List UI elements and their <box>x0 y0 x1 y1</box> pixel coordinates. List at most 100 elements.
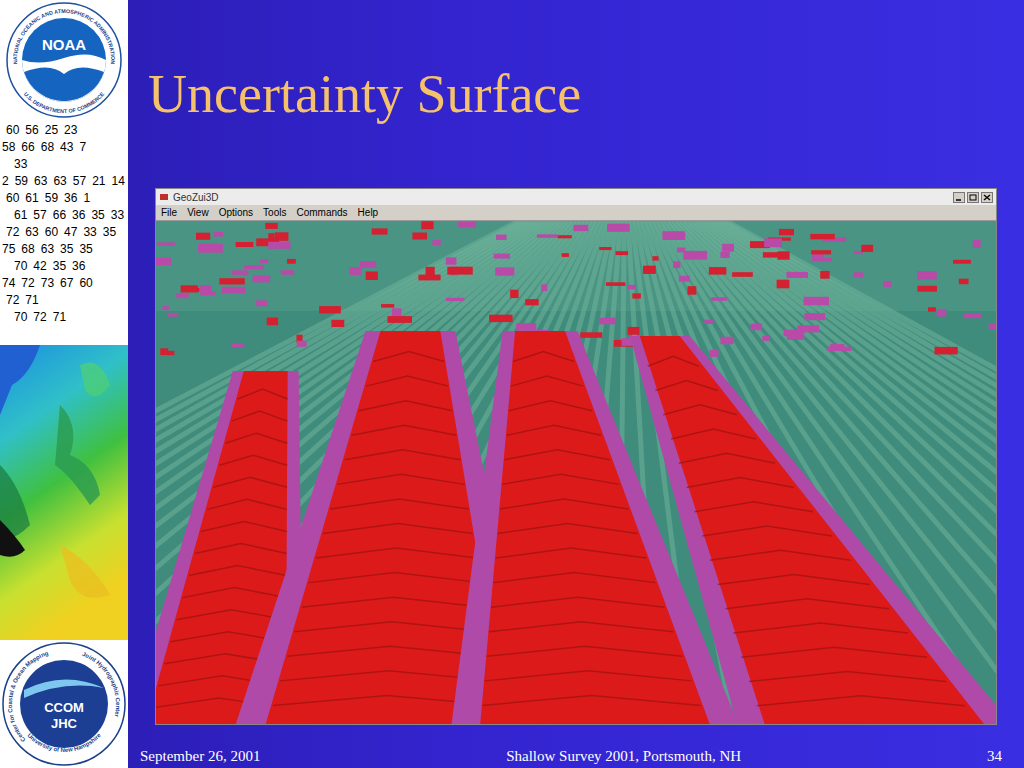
sounding-value: 42 <box>33 258 46 275</box>
sounding-value: 72 <box>6 292 19 309</box>
sounding-value: 60 <box>79 275 92 292</box>
soundings-row: 33 <box>2 156 128 173</box>
window-titlebar[interactable]: GeoZui3D <box>156 189 996 205</box>
sounding-value: 47 <box>64 224 77 241</box>
soundings-row: 2596363572114 <box>2 173 128 190</box>
footer-venue: Shallow Survey 2001, Portsmouth, NH <box>474 748 774 765</box>
soundings-row: 72 71 <box>2 292 128 309</box>
sounding-value: 36 <box>64 190 77 207</box>
soundings-row: 60 61 59 36 1 <box>2 190 128 207</box>
sounding-value: 35 <box>79 241 92 258</box>
close-icon <box>983 194 991 201</box>
menu-bar: File View Options Tools Commands Help <box>156 205 996 221</box>
noaa-logo: NOAANATIONAL OCEANIC AND ATMOSPHERIC ADM… <box>0 0 128 120</box>
sounding-value: 68 <box>41 139 54 156</box>
sounding-value: 70 <box>14 309 27 326</box>
sounding-value: 70 <box>14 258 27 275</box>
minimize-icon <box>955 194 963 201</box>
close-button[interactable] <box>981 192 993 203</box>
uncertainty-surface-render[interactable] <box>156 221 996 724</box>
logo-ring-text: NATIONAL OCEANIC AND ATMOSPHERIC ADMINIS… <box>12 8 116 64</box>
sounding-value: 63 <box>41 241 54 258</box>
footer-date: September 26, 2001 <box>140 748 260 765</box>
slide-sidebar: NOAANATIONAL OCEANIC AND ATMOSPHERIC ADM… <box>0 0 128 768</box>
sounding-value: 35 <box>103 224 116 241</box>
sounding-value: 59 <box>45 190 58 207</box>
sounding-value: 2 <box>2 173 9 190</box>
logo-ring-text: Center for Coastal & Ocean Mapping <box>7 650 49 743</box>
maximize-icon <box>969 194 977 201</box>
menu-item[interactable]: View <box>187 205 209 220</box>
window-title: GeoZui3D <box>173 190 219 205</box>
sounding-value: 14 <box>111 173 124 190</box>
noaa-wordmark: NOAA <box>42 36 86 53</box>
menu-item[interactable]: Tools <box>263 205 286 220</box>
sounding-value: 33 <box>14 156 27 173</box>
sounding-value: 25 <box>45 122 58 139</box>
logo-ring-text: Joint Hydrographic Center <box>81 651 121 718</box>
sounding-value: 72 <box>21 275 34 292</box>
sounding-value: 36 <box>72 207 85 224</box>
sounding-value: 33 <box>83 224 96 241</box>
ccom-jhc-logo: CCOMJHCCenter for Coastal & Ocean Mappin… <box>0 640 128 768</box>
soundings-row: 75 68 63 35 35 <box>2 241 128 258</box>
sounding-value: 33 <box>111 207 124 224</box>
sounding-value: 66 <box>53 207 66 224</box>
sounding-value: 67 <box>60 275 73 292</box>
sounding-value: 35 <box>91 207 104 224</box>
sounding-value: 63 <box>25 224 38 241</box>
soundings-row: 60562523 <box>2 122 128 139</box>
sounding-value: 60 <box>45 224 58 241</box>
sounding-value: 57 <box>73 173 86 190</box>
sounding-value: 63 <box>53 173 66 190</box>
sounding-value: 56 <box>25 122 38 139</box>
slide-title: Uncertainty Surface <box>148 62 1024 127</box>
minimize-button[interactable] <box>953 192 965 203</box>
noaa-logo-icon: NOAANATIONAL OCEANIC AND ATMOSPHERIC ADM… <box>0 0 128 120</box>
bathymetry-image <box>0 345 128 640</box>
sounding-value: 63 <box>34 173 47 190</box>
sounding-value: 72 <box>33 309 46 326</box>
sounding-value: 72 <box>6 224 19 241</box>
window-controls <box>953 192 993 203</box>
logo-ring-text: University of New Hampshire <box>26 732 102 753</box>
soundings-chart: 6056252358666843733259636357211460615936… <box>0 120 128 345</box>
soundings-row: 707271 <box>2 309 128 326</box>
sounding-value: 35 <box>60 241 73 258</box>
menu-item[interactable]: Commands <box>296 205 347 220</box>
bathymetry-map-icon <box>0 345 128 640</box>
app-icon <box>159 192 169 202</box>
sounding-value: 36 <box>72 258 85 275</box>
sounding-value: 73 <box>41 275 54 292</box>
logo-wordmark: JHC <box>51 716 78 731</box>
sounding-value: 21 <box>92 173 105 190</box>
sounding-value: 71 <box>25 292 38 309</box>
sounding-value: 61 <box>14 207 27 224</box>
sounding-value: 60 <box>6 190 19 207</box>
page-number: 34 <box>987 748 1002 765</box>
sounding-value: 68 <box>21 241 34 258</box>
sounding-value: 35 <box>53 258 66 275</box>
slide-footer: September 26, 2001 Shallow Survey 2001, P… <box>128 725 1024 768</box>
sounding-value: 58 <box>2 139 15 156</box>
logo-wordmark: CCOM <box>44 700 84 715</box>
soundings-row: 615766363533 <box>2 207 128 224</box>
sounding-value: 1 <box>83 190 90 207</box>
sounding-value: 43 <box>60 139 73 156</box>
soundings-row: 7472736760 <box>2 275 128 292</box>
menu-item[interactable]: Help <box>358 205 379 220</box>
app-window: GeoZui3DFile View Options Tools Commands Help <box>155 188 997 725</box>
menu-item[interactable]: File <box>161 205 177 220</box>
menu-item[interactable]: Options <box>219 205 253 220</box>
slide: NOAANATIONAL OCEANIC AND ATMOSPHERIC ADM… <box>0 0 1024 768</box>
sounding-value: 61 <box>25 190 38 207</box>
sounding-value: 7 <box>79 139 86 156</box>
sounding-value: 23 <box>64 122 77 139</box>
soundings-row: 70 42 35 36 <box>2 258 128 275</box>
sounding-value: 75 <box>2 241 15 258</box>
maximize-button[interactable] <box>967 192 979 203</box>
slide-body: Uncertainty Surface GeoZui3DFile View Optio… <box>128 0 1024 768</box>
title-area: Uncertainty Surface <box>128 0 1024 188</box>
uncertainty-surface-icon <box>156 221 996 724</box>
logo-ring-text: U.S. DEPARTMENT OF COMMERCE <box>23 91 106 114</box>
